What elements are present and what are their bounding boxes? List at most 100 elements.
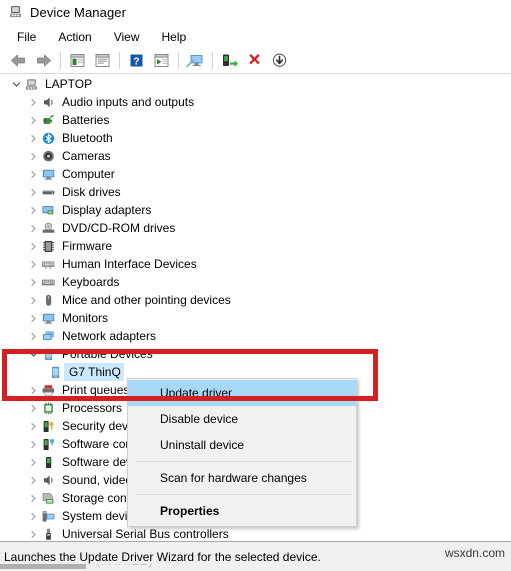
tree-item-human-interface-devices[interactable]: Human Interface Devices	[0, 255, 511, 273]
help-icon[interactable]: ?	[124, 49, 149, 72]
tree-label: Cameras	[62, 149, 111, 163]
chevron-right-icon[interactable]	[27, 435, 40, 453]
portable-device-icon	[40, 345, 57, 363]
context-menu-separator	[136, 461, 352, 462]
tree-label: Firmware	[62, 239, 112, 253]
monitor-icon	[40, 165, 57, 183]
chevron-right-icon[interactable]	[27, 507, 40, 525]
portable-device-icon	[47, 363, 64, 381]
title-bar: Device Manager	[0, 0, 511, 25]
enable-device-icon[interactable]	[217, 49, 242, 72]
chevron-right-icon[interactable]	[27, 201, 40, 219]
show-hide-console-tree-icon[interactable]	[65, 49, 90, 72]
tree-label: LAPTOP	[45, 77, 93, 91]
tree-label: Computer	[62, 167, 115, 181]
chevron-right-icon[interactable]	[27, 147, 40, 165]
uninstall-device-icon[interactable]	[242, 49, 267, 72]
menu-view[interactable]: View	[103, 27, 151, 47]
context-menu-separator	[136, 494, 352, 495]
chevron-right-icon[interactable]	[27, 489, 40, 507]
speaker-icon	[40, 93, 57, 111]
printer-icon	[40, 381, 57, 399]
chevron-right-icon[interactable]	[27, 381, 40, 399]
tree-label: Mice and other pointing devices	[62, 293, 231, 307]
chevron-right-icon[interactable]	[27, 129, 40, 147]
chevron-down-icon[interactable]	[10, 75, 23, 93]
tree-item-monitors[interactable]: Monitors	[0, 309, 511, 327]
context-menu-item-scan-for-hardware-changes[interactable]: Scan for hardware changes	[128, 465, 356, 491]
chevron-right-icon[interactable]	[27, 255, 40, 273]
tree-item-portable-devices[interactable]: Portable Devices	[0, 345, 511, 363]
ghost-text: (IVIAILE)	[96, 564, 154, 568]
chevron-right-icon[interactable]	[27, 93, 40, 111]
tree-item-computer[interactable]: Computer	[0, 165, 511, 183]
tree-label: Batteries	[62, 113, 110, 127]
speaker-icon	[40, 471, 57, 489]
menu-action[interactable]: Action	[47, 27, 102, 47]
forward-arrow-icon[interactable]	[31, 49, 56, 72]
toolbar-separator	[212, 52, 213, 69]
tree-item-keyboards[interactable]: Keyboards	[0, 273, 511, 291]
chevron-right-icon[interactable]	[27, 273, 40, 291]
display-adapter-icon	[40, 201, 57, 219]
context-menu-item-update-driver[interactable]: Update driver	[128, 380, 356, 406]
tree-item-dvd-cd-rom-drives[interactable]: DVD/CD-ROM drives	[0, 219, 511, 237]
svg-text:?: ?	[133, 55, 139, 67]
tree-label: Display adapters	[62, 203, 152, 217]
battery-icon	[40, 111, 57, 129]
context-menu-item-disable-device[interactable]: Disable device	[128, 406, 356, 432]
chevron-right-icon[interactable]	[27, 291, 40, 309]
tree-item-laptop[interactable]: LAPTOP	[0, 75, 511, 93]
tree-item-universal-serial-bus-controllers[interactable]: Universal Serial Bus controllers	[0, 525, 511, 542]
chevron-right-icon[interactable]	[27, 111, 40, 129]
context-menu-item-uninstall-device[interactable]: Uninstall device	[128, 432, 356, 458]
properties-window-icon[interactable]	[90, 49, 115, 72]
tree-label: Monitors	[62, 311, 109, 325]
chevron-right-icon[interactable]	[27, 417, 40, 435]
scan-hardware-changes-icon[interactable]	[183, 49, 208, 72]
chevron-right-icon[interactable]	[27, 309, 40, 327]
watermark: wsxdn.com	[444, 546, 505, 560]
tree-item-cameras[interactable]: Cameras	[0, 147, 511, 165]
chevron-right-icon[interactable]	[27, 471, 40, 489]
chevron-right-icon[interactable]	[27, 453, 40, 471]
tree-label: Print queues	[62, 383, 130, 397]
tree-item-display-adapters[interactable]: Display adapters	[0, 201, 511, 219]
chevron-right-icon[interactable]	[27, 237, 40, 255]
context-menu[interactable]: Update driver Disable device Uninstall d…	[127, 378, 357, 527]
update-driver-toolbar-icon[interactable]	[149, 49, 174, 72]
chevron-right-icon[interactable]	[27, 327, 40, 345]
device-manager-window: Device Manager File Action View Help ? L…	[0, 0, 511, 571]
tree-item-batteries[interactable]: Batteries	[0, 111, 511, 129]
monitor-icon	[40, 309, 57, 327]
device-manager-icon	[8, 4, 23, 22]
tree-label: Processors	[62, 401, 123, 415]
hid-keyboard-icon	[40, 255, 57, 273]
tree-item-bluetooth[interactable]: Bluetooth	[0, 129, 511, 147]
chevron-down-icon[interactable]	[27, 345, 40, 363]
tree-label: Portable Devices	[62, 347, 153, 361]
security-device-icon	[40, 417, 57, 435]
chevron-right-icon[interactable]	[27, 525, 40, 542]
chevron-right-icon[interactable]	[27, 399, 40, 417]
optical-drive-icon	[40, 219, 57, 237]
bluetooth-icon	[40, 129, 57, 147]
menu-bar: File Action View Help	[0, 25, 511, 48]
menu-help[interactable]: Help	[151, 27, 198, 47]
disk-drive-icon	[40, 183, 57, 201]
tree-item-firmware[interactable]: Firmware	[0, 237, 511, 255]
chevron-right-icon[interactable]	[27, 219, 40, 237]
context-menu-item-properties[interactable]: Properties	[128, 498, 356, 524]
computer-icon	[23, 75, 40, 93]
disable-device-icon[interactable]	[267, 49, 292, 72]
chevron-right-icon[interactable]	[27, 183, 40, 201]
tree-item-mice-and-other-pointing-devices[interactable]: Mice and other pointing devices	[0, 291, 511, 309]
firmware-chip-icon	[40, 237, 57, 255]
tree-item-disk-drives[interactable]: Disk drives	[0, 183, 511, 201]
back-arrow-icon[interactable]	[6, 49, 31, 72]
chevron-right-icon[interactable]	[27, 165, 40, 183]
tree-item-audio-inputs-and-outputs[interactable]: Audio inputs and outputs	[0, 93, 511, 111]
menu-file[interactable]: File	[6, 27, 47, 47]
system-device-icon	[40, 507, 57, 525]
tree-item-network-adapters[interactable]: Network adapters	[0, 327, 511, 345]
